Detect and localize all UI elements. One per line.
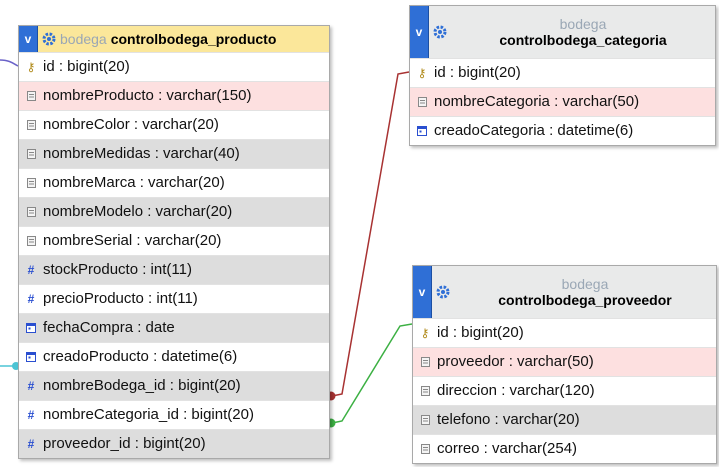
column-row[interactable]: fechaCompra : date [19,313,329,342]
column-label: creadoCategoria : datetime(6) [434,122,634,139]
database-name: bodega [561,276,609,292]
column-row[interactable]: creadoCategoria : datetime(6) [410,116,715,145]
toggle-columns-button[interactable]: v [413,266,432,318]
table-controlbodega-proveedor[interactable]: v bodega controlbodega_proveedor ⚷ id : b… [412,265,717,464]
column-row[interactable]: correo : varchar(254) [413,434,716,463]
gear-icon[interactable] [38,26,60,52]
relation-line-categoria [331,71,410,397]
text-field-icon [419,444,431,454]
column-list: ⚷ id : bigint(20) proveedor : varchar(50) d… [413,318,716,463]
column-label: id : bigint(20) [434,64,521,81]
text-field-icon [416,97,428,107]
column-label: nombreMarca : varchar(20) [43,174,225,191]
relation-line-proveedor [331,323,413,424]
text-field-icon [25,149,37,159]
text-field-icon [419,386,431,396]
table-name: controlbodega_categoria [499,32,667,48]
column-label: nombreMedidas : varchar(40) [43,145,240,162]
column-label: nombreSerial : varchar(20) [43,232,222,249]
column-row[interactable]: # proveedor_id : bigint(20) [19,429,329,458]
text-field-icon [25,178,37,188]
key-icon: ⚷ [420,326,430,340]
column-label: correo : varchar(254) [437,440,578,457]
table-name: controlbodega_producto [110,31,277,47]
gear-icon[interactable] [429,6,451,58]
database-name: bodega [60,31,107,47]
column-label: id : bigint(20) [437,324,524,341]
column-row[interactable]: nombreProducto : varchar(150) [19,81,329,110]
column-row[interactable]: # nombreBodega_id : bigint(20) [19,371,329,400]
table-controlbodega-categoria[interactable]: v bodega controlbodega_categoria ⚷ id : b… [409,5,716,146]
table-name: controlbodega_proveedor [498,292,672,308]
key-icon: ⚷ [417,66,427,80]
column-label: proveedor : varchar(50) [437,353,594,370]
table-header[interactable]: v bodega controlbodega_proveedor [413,266,716,318]
number-field-icon: # [27,379,35,393]
incoming-relation-line-top [0,59,19,67]
column-label: nombreProducto : varchar(150) [43,87,252,104]
column-row[interactable]: # precioProducto : int(11) [19,284,329,313]
number-field-icon: # [27,408,35,422]
table-header[interactable]: v bodega controlbodega_producto [19,26,329,52]
column-row[interactable]: ⚷ id : bigint(20) [410,58,715,87]
column-row[interactable]: nombreModelo : varchar(20) [19,197,329,226]
gear-icon[interactable] [432,266,454,318]
key-icon: ⚷ [26,60,36,74]
column-label: nombreBodega_id : bigint(20) [43,377,241,394]
column-row[interactable]: ⚷ id : bigint(20) [19,52,329,81]
column-row[interactable]: telefono : varchar(20) [413,405,716,434]
date-field-icon [25,323,37,333]
column-label: precioProducto : int(11) [43,290,198,307]
column-label: creadoProducto : datetime(6) [43,348,238,365]
number-field-icon: # [27,437,35,451]
column-list: ⚷ id : bigint(20) nombreCategoria : varcha… [410,58,715,145]
column-row[interactable]: nombreSerial : varchar(20) [19,226,329,255]
column-row[interactable]: nombreMarca : varchar(20) [19,168,329,197]
column-label: direccion : varchar(120) [437,382,595,399]
column-row[interactable]: creadoProducto : datetime(6) [19,342,329,371]
text-field-icon [25,236,37,246]
database-name: bodega [559,16,607,32]
toggle-columns-button[interactable]: v [19,26,38,52]
column-label: nombreModelo : varchar(20) [43,203,233,220]
date-field-icon [25,352,37,362]
column-label: nombreCategoria_id : bigint(20) [43,406,254,423]
column-list: ⚷ id : bigint(20) nombreProducto : varchar… [19,52,329,458]
text-field-icon [419,357,431,367]
column-label: stockProducto : int(11) [43,261,192,278]
table-controlbodega-producto[interactable]: v bodega controlbodega_producto ⚷ id : bi… [18,25,330,459]
column-row[interactable]: direccion : varchar(120) [413,376,716,405]
column-label: id : bigint(20) [43,58,130,75]
column-row[interactable]: # nombreCategoria_id : bigint(20) [19,400,329,429]
number-field-icon: # [27,263,35,277]
column-label: fechaCompra : date [43,319,175,336]
column-row[interactable]: # stockProducto : int(11) [19,255,329,284]
text-field-icon [25,91,37,101]
column-label: nombreCategoria : varchar(50) [434,93,640,110]
column-row[interactable]: nombreCategoria : varchar(50) [410,87,715,116]
toggle-columns-button[interactable]: v [410,6,429,58]
column-row[interactable]: nombreColor : varchar(20) [19,110,329,139]
column-row[interactable]: ⚷ id : bigint(20) [413,318,716,347]
column-row[interactable]: nombreMedidas : varchar(40) [19,139,329,168]
column-label: proveedor_id : bigint(20) [43,435,206,452]
column-label: nombreColor : varchar(20) [43,116,219,133]
date-field-icon [416,126,428,136]
column-label: telefono : varchar(20) [437,411,580,428]
table-header[interactable]: v bodega controlbodega_categoria [410,6,715,58]
text-field-icon [25,207,37,217]
text-field-icon [419,415,431,425]
text-field-icon [25,120,37,130]
column-row[interactable]: proveedor : varchar(50) [413,347,716,376]
number-field-icon: # [27,292,35,306]
